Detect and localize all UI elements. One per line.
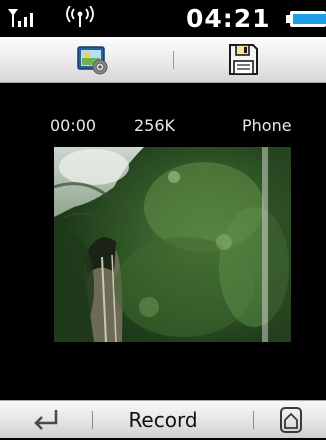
signal-bars-icon [8, 9, 33, 27]
floppy-disk-icon [229, 44, 258, 75]
record-button[interactable]: Record [110, 401, 216, 438]
recording-duration: 00:00 [50, 116, 97, 135]
back-button[interactable] [30, 405, 64, 435]
save-button[interactable] [225, 42, 261, 78]
recording-info: 00:00 256K Phone [0, 112, 326, 140]
top-toolbar [0, 37, 326, 83]
camera-settings-icon [77, 46, 108, 75]
camera-preview [54, 147, 291, 342]
status-clock: 04:21 [186, 4, 271, 33]
home-icon [280, 407, 302, 433]
camera-settings-button[interactable] [74, 42, 110, 78]
toolbar-divider [92, 411, 93, 429]
battery-icon [286, 11, 326, 27]
toolbar-divider [253, 411, 254, 429]
recording-size: 256K [134, 116, 176, 135]
return-arrow-icon [34, 410, 58, 430]
toolbar-divider [173, 51, 174, 69]
storage-location: Phone [242, 116, 292, 135]
bottom-toolbar: Record [0, 400, 326, 438]
status-bar: 04:21 [0, 0, 326, 37]
home-button[interactable] [278, 405, 304, 435]
wireless-broadcast-icon [66, 6, 94, 27]
